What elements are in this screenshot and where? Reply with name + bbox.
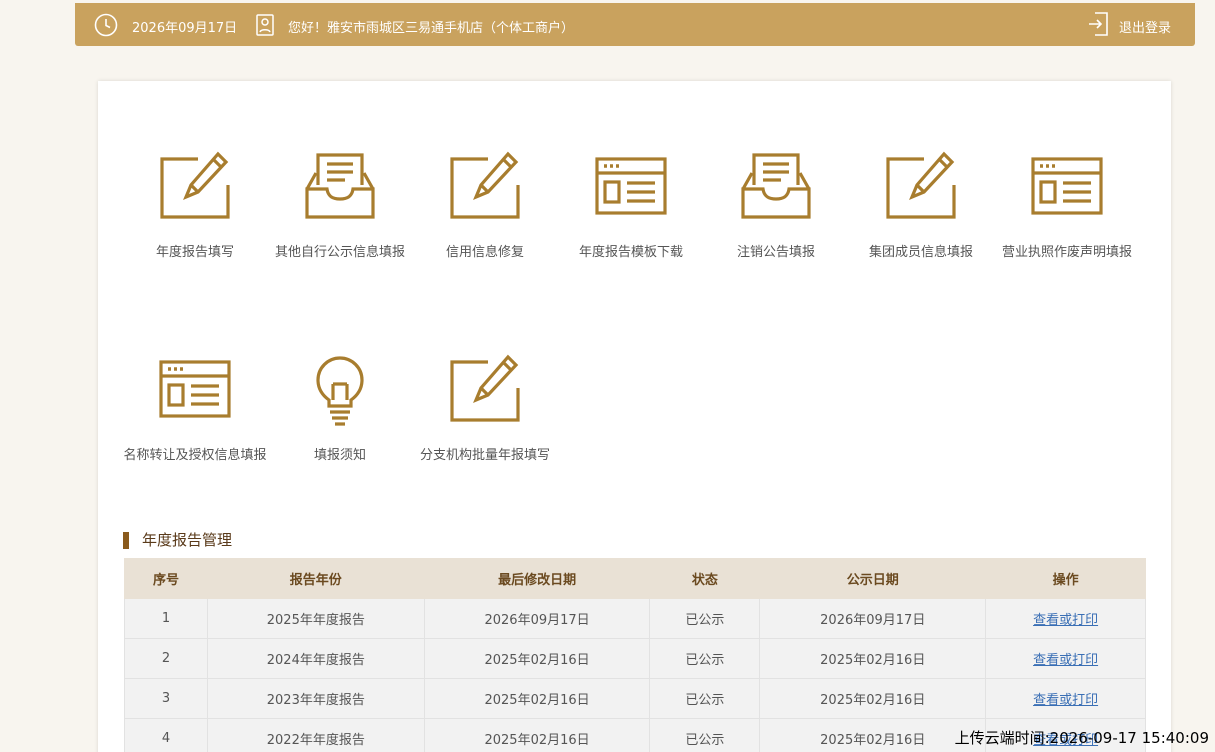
logout-label: 退出登录 xyxy=(1118,20,1171,36)
tile-label: 信用信息修复 xyxy=(445,245,524,260)
action-cell: 查看或打印 xyxy=(985,638,1146,679)
tile-9[interactable]: 填报须知 xyxy=(265,354,415,465)
top-bar: 2026年09月17日 您好！雅安市雨城区三易通手机店（个体工商户） 退出登录 xyxy=(75,3,1195,46)
col-header: 操作 xyxy=(985,558,1146,599)
edit-icon xyxy=(410,151,560,231)
col-header: 序号 xyxy=(124,558,208,599)
view-print-link[interactable]: 查看或打印 xyxy=(1033,613,1098,628)
current-date: 2026年09月17日 xyxy=(132,21,238,36)
view-print-link[interactable]: 查看或打印 xyxy=(1033,693,1098,708)
tile-7[interactable]: 营业执照作废声明填报 xyxy=(992,151,1142,262)
tile-label: 分支机构批量年报填写 xyxy=(419,448,550,463)
col-header: 状态 xyxy=(649,558,761,599)
table-cell: 1 xyxy=(124,598,208,639)
table-row: 3 2023年年度报告 2025年02月16日 已公示 2025年02月16日 查看或打印 xyxy=(124,678,1146,719)
table-cell: 已公示 xyxy=(649,678,761,719)
logout-button[interactable]: 退出登录 xyxy=(1087,11,1171,41)
edit-icon xyxy=(410,354,560,434)
col-header: 公示日期 xyxy=(759,558,987,599)
main-panel: 年度报告填写 其他自行公示信息填报 信用信息修复 年度报告模板下载 注销公告填报… xyxy=(98,81,1171,752)
lightbulb-icon xyxy=(265,354,415,434)
inbox-icon xyxy=(701,151,851,231)
tile-3[interactable]: 信用信息修复 xyxy=(410,151,560,262)
table-cell: 2025年02月16日 xyxy=(759,638,987,679)
tile-10[interactable]: 分支机构批量年报填写 xyxy=(410,354,560,465)
table-cell: 2025年02月16日 xyxy=(759,718,987,752)
inbox-icon xyxy=(265,151,415,231)
clock-icon xyxy=(94,13,118,41)
tile-label: 年度报告填写 xyxy=(155,245,234,260)
window-icon xyxy=(992,151,1142,231)
action-cell: 查看或打印 xyxy=(985,598,1146,639)
table-cell: 2026年09月17日 xyxy=(759,598,987,639)
action-cell: 查看或打印 xyxy=(985,678,1146,719)
tile-label: 营业执照作废声明填报 xyxy=(1001,245,1132,260)
tile-label: 名称转让及授权信息填报 xyxy=(123,448,267,463)
table-row: 2 2024年年度报告 2025年02月16日 已公示 2025年02月16日 查看或打印 xyxy=(124,638,1146,679)
tile-label: 其他自行公示信息填报 xyxy=(274,245,405,260)
table-cell: 已公示 xyxy=(649,598,761,639)
window-icon xyxy=(556,151,706,231)
tile-label: 集团成员信息填报 xyxy=(868,245,973,260)
window-icon xyxy=(120,354,270,434)
table-cell: 4 xyxy=(124,718,208,752)
table-header-row: 序号 报告年份 最后修改日期 状态 公示日期 操作 xyxy=(124,558,1146,599)
table-cell: 2025年02月16日 xyxy=(423,638,651,679)
table-cell: 2025年02月16日 xyxy=(423,718,651,752)
tile-2[interactable]: 其他自行公示信息填报 xyxy=(265,151,415,262)
tile-1[interactable]: 年度报告填写 xyxy=(120,151,270,262)
edit-icon xyxy=(846,151,996,231)
annual-report-table: 序号 报告年份 最后修改日期 状态 公示日期 操作 1 2025年年度报告 2026… xyxy=(124,558,1146,752)
upload-timestamp: 上传云端时间:2026-09-17 15:40:09 xyxy=(954,729,1209,747)
table-cell: 2025年02月16日 xyxy=(759,678,987,719)
edit-icon xyxy=(120,151,270,231)
table-cell: 2 xyxy=(124,638,208,679)
user-badge-icon xyxy=(255,13,275,41)
tile-label: 年度报告模板下载 xyxy=(578,245,683,260)
table-cell: 3 xyxy=(124,678,208,719)
table-row: 1 2025年年度报告 2026年09月17日 已公示 2026年09月17日 查看或打印 xyxy=(124,598,1146,639)
table-cell: 2025年年度报告 xyxy=(206,598,425,639)
table-cell: 已公示 xyxy=(649,718,761,752)
table-cell: 2023年年度报告 xyxy=(206,678,425,719)
col-header: 报告年份 xyxy=(206,558,425,599)
greeting-text: 您好！雅安市雨城区三易通手机店（个体工商户） xyxy=(288,21,575,36)
tile-label: 注销公告填报 xyxy=(736,245,815,260)
tile-8[interactable]: 名称转让及授权信息填报 xyxy=(120,354,270,465)
logout-icon xyxy=(1087,11,1109,41)
tile-label: 填报须知 xyxy=(313,448,366,463)
table-cell: 2022年年度报告 xyxy=(206,718,425,752)
table-cell: 已公示 xyxy=(649,638,761,679)
table-cell: 2025年02月16日 xyxy=(423,678,651,719)
tile-6[interactable]: 集团成员信息填报 xyxy=(846,151,996,262)
section-title: 年度报告管理 xyxy=(123,532,232,549)
col-header: 最后修改日期 xyxy=(423,558,651,599)
view-print-link[interactable]: 查看或打印 xyxy=(1033,653,1098,668)
tile-4[interactable]: 年度报告模板下载 xyxy=(556,151,706,262)
table-cell: 2026年09月17日 xyxy=(423,598,651,639)
tile-5[interactable]: 注销公告填报 xyxy=(701,151,851,262)
table-cell: 2024年年度报告 xyxy=(206,638,425,679)
